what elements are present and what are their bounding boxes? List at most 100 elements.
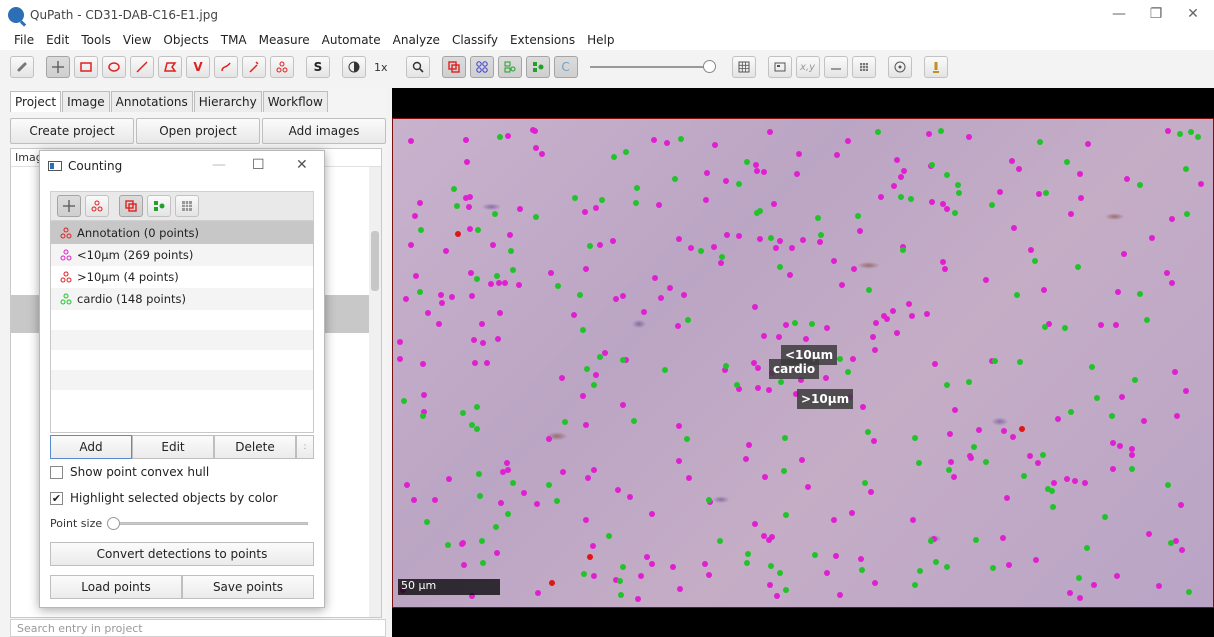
point-marker[interactable] <box>944 206 950 212</box>
point-marker[interactable] <box>455 231 461 237</box>
point-marker[interactable] <box>1184 211 1190 217</box>
script-editor-button[interactable] <box>923 56 948 78</box>
point-marker[interactable] <box>469 422 475 428</box>
point-marker[interactable] <box>467 226 473 232</box>
point-marker[interactable] <box>862 480 868 486</box>
point-marker[interactable] <box>1075 264 1081 270</box>
point-marker[interactable] <box>1119 394 1125 400</box>
menu-analyze[interactable]: Analyze <box>387 33 446 47</box>
point-marker[interactable] <box>559 375 565 381</box>
brush-tool-button[interactable] <box>214 56 238 78</box>
point-marker[interactable] <box>676 423 682 429</box>
point-marker[interactable] <box>460 410 466 416</box>
point-marker[interactable] <box>1144 317 1150 323</box>
point-marker[interactable] <box>712 142 718 148</box>
point-marker[interactable] <box>560 469 566 475</box>
point-marker[interactable] <box>432 497 438 503</box>
point-marker[interactable] <box>881 313 887 319</box>
point-marker[interactable] <box>782 435 788 441</box>
point-marker[interactable] <box>412 213 418 219</box>
point-marker[interactable] <box>494 550 500 556</box>
point-marker[interactable] <box>517 206 523 212</box>
point-marker[interactable] <box>667 285 673 291</box>
point-marker[interactable] <box>475 227 481 233</box>
point-marker[interactable] <box>706 572 712 578</box>
list-item[interactable]: >10µm (4 points) <box>51 266 313 288</box>
point-marker[interactable] <box>1169 280 1175 286</box>
point-marker[interactable] <box>649 511 655 517</box>
point-marker[interactable] <box>418 227 424 233</box>
point-marker[interactable] <box>681 292 687 298</box>
point-marker[interactable] <box>1174 413 1180 419</box>
point-marker[interactable] <box>1137 182 1143 188</box>
list-item[interactable]: <10µm (269 points) <box>51 244 313 266</box>
point-marker[interactable] <box>397 339 403 345</box>
point-marker[interactable] <box>484 360 490 366</box>
close-icon[interactable]: ✕ <box>1183 6 1203 22</box>
menu-classify[interactable]: Classify <box>446 33 504 47</box>
point-marker[interactable] <box>894 330 900 336</box>
point-marker[interactable] <box>623 149 629 155</box>
point-marker[interactable] <box>656 202 662 208</box>
point-marker[interactable] <box>940 259 946 265</box>
point-marker[interactable] <box>476 471 482 477</box>
point-marker[interactable] <box>611 154 617 160</box>
point-marker[interactable] <box>408 138 414 144</box>
point-marker[interactable] <box>676 458 682 464</box>
point-marker[interactable] <box>1032 258 1038 264</box>
point-marker[interactable] <box>906 301 912 307</box>
save-points-button[interactable]: Save points <box>182 575 314 599</box>
point-marker[interactable] <box>971 444 977 450</box>
point-marker[interactable] <box>1169 216 1175 222</box>
point-marker[interactable] <box>751 360 757 366</box>
point-marker[interactable] <box>1084 545 1090 551</box>
point-marker[interactable] <box>505 133 511 139</box>
point-marker[interactable] <box>718 260 724 266</box>
point-marker[interactable] <box>815 215 821 221</box>
point-marker[interactable] <box>502 280 508 286</box>
point-marker[interactable] <box>909 313 915 319</box>
point-marker[interactable] <box>898 174 904 180</box>
image-viewer[interactable]: <10µm cardio >10µm 50 µm <box>392 88 1214 637</box>
point-marker[interactable] <box>583 266 589 272</box>
point-marker[interactable] <box>761 333 767 339</box>
more-options-button[interactable]: : <box>296 435 314 459</box>
wand-tool-button[interactable] <box>242 56 266 78</box>
point-marker[interactable] <box>817 239 823 245</box>
point-marker[interactable] <box>754 210 760 216</box>
point-marker[interactable] <box>754 168 760 174</box>
point-marker[interactable] <box>1068 211 1074 217</box>
point-marker[interactable] <box>890 308 896 314</box>
point-marker[interactable] <box>439 300 445 306</box>
point-marker[interactable] <box>466 204 472 210</box>
point-marker[interactable] <box>783 322 789 328</box>
point-marker[interactable] <box>617 578 623 584</box>
menu-edit[interactable]: Edit <box>40 33 75 47</box>
point-marker[interactable] <box>990 565 996 571</box>
point-marker[interactable] <box>580 327 586 333</box>
point-marker[interactable] <box>686 475 692 481</box>
point-marker[interactable] <box>633 200 639 206</box>
point-marker[interactable] <box>761 533 767 539</box>
point-marker[interactable] <box>868 489 874 495</box>
point-marker[interactable] <box>952 210 958 216</box>
point-marker[interactable] <box>875 129 881 135</box>
point-marker[interactable] <box>812 552 818 558</box>
point-marker[interactable] <box>746 442 752 448</box>
point-marker[interactable] <box>966 379 972 385</box>
maximize-icon[interactable]: ☐ <box>252 157 265 173</box>
point-marker[interactable] <box>926 131 932 137</box>
point-marker[interactable] <box>1014 292 1020 298</box>
fill-detections-button[interactable] <box>525 56 550 78</box>
move-tool-button[interactable] <box>46 56 70 78</box>
point-marker[interactable] <box>463 195 469 201</box>
point-marker[interactable] <box>796 151 802 157</box>
point-marker[interactable] <box>771 201 777 207</box>
point-marker[interactable] <box>615 487 621 493</box>
point-marker[interactable] <box>676 236 682 242</box>
point-marker[interactable] <box>1183 388 1189 394</box>
menu-view[interactable]: View <box>117 33 157 47</box>
show-hull-option[interactable]: Show point convex hull <box>50 465 209 479</box>
point-marker[interactable] <box>474 426 480 432</box>
point-marker[interactable] <box>584 366 590 372</box>
